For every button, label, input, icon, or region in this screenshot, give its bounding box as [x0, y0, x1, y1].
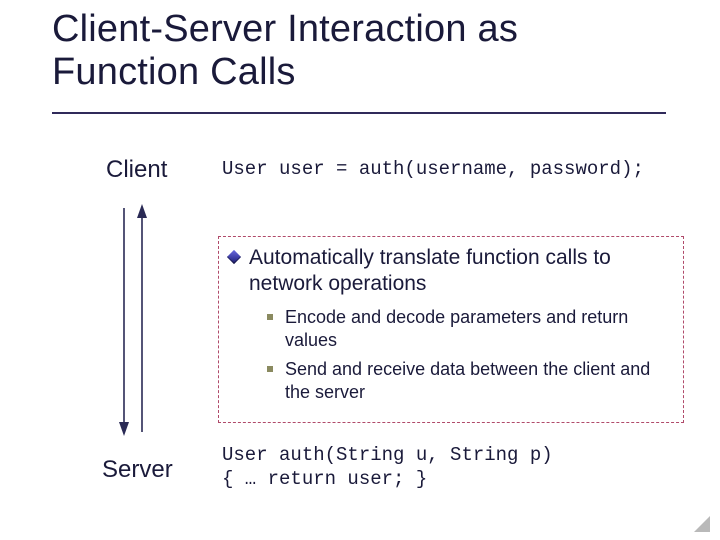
diamond-bullet-icon	[227, 250, 241, 264]
double-arrow-icon	[114, 204, 162, 436]
slide: Client-Server Interaction as Function Ca…	[0, 0, 720, 540]
slide-title: Client-Server Interaction as Function Ca…	[52, 8, 672, 93]
title-underline	[52, 112, 666, 114]
corner-page-curl-icon	[694, 516, 710, 532]
bullet-main-text: Automatically translate function calls t…	[249, 245, 673, 296]
server-code-snippet: User auth(String u, String p) { … return…	[222, 444, 553, 492]
bullet-main: Automatically translate function calls t…	[229, 245, 673, 296]
server-label: Server	[102, 456, 173, 484]
callout-box: Automatically translate function calls t…	[218, 236, 684, 423]
sub-bullet: Send and receive data between the client…	[267, 358, 673, 404]
client-code-snippet: User user = auth(username, password);	[222, 158, 644, 180]
sub-bullet: Encode and decode parameters and return …	[267, 306, 673, 352]
client-label: Client	[106, 156, 167, 184]
sub-bullet-list: Encode and decode parameters and return …	[229, 306, 673, 404]
